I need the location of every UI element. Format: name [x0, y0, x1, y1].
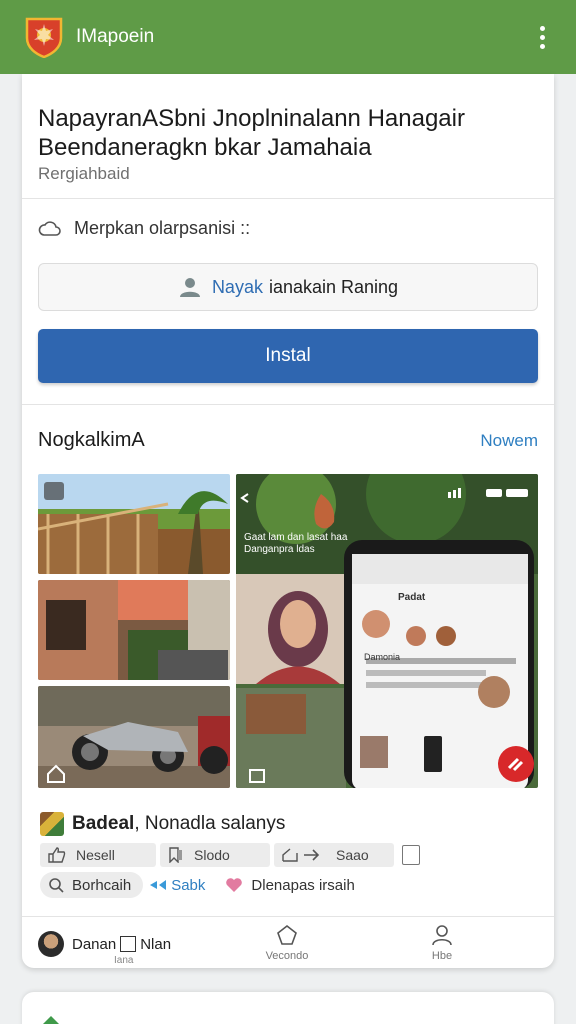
next-card [22, 992, 554, 1024]
screenshots-heading: NogkalkimA [38, 429, 145, 451]
app-listing-card: NapayranASbni Jnoplninalann Hanagair Bee… [22, 74, 554, 968]
info-accent-text: Nayak [211, 276, 263, 297]
action-row: Nesell Slodo Saao [40, 843, 440, 867]
install-button[interactable]: Instal [38, 329, 538, 383]
meta-text: Merpkan olarpsanisi :: [74, 218, 251, 238]
app-icon [40, 812, 64, 836]
save-button[interactable]: Slodo [160, 843, 270, 867]
title-line-1: NapayranASbni Jnoplninalann Hanagair [38, 105, 465, 132]
title-line-2: Beendaneragkn bkar Jamahaia [38, 134, 372, 161]
screenshot-gallery[interactable]: Gaat lam dan lasat haa Danganpra ldas Pa… [38, 474, 538, 788]
motorbike-photo [38, 686, 230, 788]
thumb-up-icon [48, 847, 66, 863]
bottom-nav: Danan Nlan Iana Vecondo Hbe [22, 916, 554, 968]
shield-icon [43, 1016, 59, 1024]
nav-account-label: Iana [114, 955, 134, 966]
phone-body-text: Damonia [364, 652, 401, 662]
bookmark-icon [169, 847, 182, 863]
app-title: IMapoein [76, 26, 155, 47]
nav-videos[interactable]: Vecondo [252, 917, 322, 968]
overlay-caption-1: Gaat lam dan lasat haa [244, 532, 348, 543]
app-info-row: Badeal , Nonadla salanys [40, 812, 285, 836]
screenshot-street[interactable] [38, 686, 230, 788]
see-more-link[interactable]: Nowem [480, 431, 538, 451]
tag-row: Borhcaih Sabk Dlenapas irsaih [40, 872, 355, 898]
screenshot-shop[interactable] [38, 580, 230, 680]
profile-icon [432, 925, 452, 946]
checkbox-icon [120, 936, 137, 952]
developer-name[interactable]: Rergiahbaid [38, 164, 130, 184]
divider [22, 404, 554, 405]
overlay-caption-2: Danganpra ldas [244, 544, 315, 555]
divider [22, 198, 554, 199]
nav-account[interactable]: Danan Nlan [38, 931, 171, 957]
info-text: ianakain Raning [268, 276, 399, 297]
phone-header-text: Padat [398, 592, 426, 603]
cloud-icon [38, 220, 61, 236]
app-name-rest: , Nonadla salanys [134, 813, 286, 834]
more-options-icon[interactable] [530, 20, 554, 54]
screenshot-phone-preview[interactable]: Gaat lam dan lasat haa Danganpra ldas Pa… [236, 474, 538, 788]
shop-photo [38, 580, 230, 680]
page-title: NapayranASbni Jnoplninalann Hanagair Bee… [38, 104, 538, 162]
tag-search[interactable]: Borhcaih [40, 872, 144, 898]
pentagon-icon [277, 924, 297, 945]
avatar [38, 931, 64, 957]
tag-sparkle[interactable]: Sabk [149, 877, 205, 894]
search-icon [49, 878, 64, 893]
app-name-bold: Badeal [72, 813, 135, 834]
screenshot-house[interactable] [38, 474, 230, 574]
sparkle-icon [150, 880, 167, 890]
house-photo [38, 482, 228, 574]
heart-icon [226, 878, 243, 892]
info-box[interactable]: Nayak ianakain Raning [38, 263, 538, 311]
person-icon [179, 278, 200, 297]
overlay-caption: Gaat lam dan lasat haa Danganpra ldas [244, 532, 347, 556]
phone-preview-photo [236, 474, 538, 788]
meta-row: Merpkan olarpsanisi :: [38, 218, 250, 239]
share-icon [282, 848, 320, 862]
tag-favorite[interactable]: Dlenapas irsaih [225, 877, 355, 894]
like-button[interactable]: Nesell [40, 843, 156, 867]
report-icon[interactable] [402, 845, 420, 865]
app-logo-icon [25, 17, 63, 58]
app-bar: IMapoein [0, 0, 576, 74]
nav-profile[interactable]: Hbe [422, 917, 462, 968]
share-button[interactable]: Saao [274, 843, 394, 867]
